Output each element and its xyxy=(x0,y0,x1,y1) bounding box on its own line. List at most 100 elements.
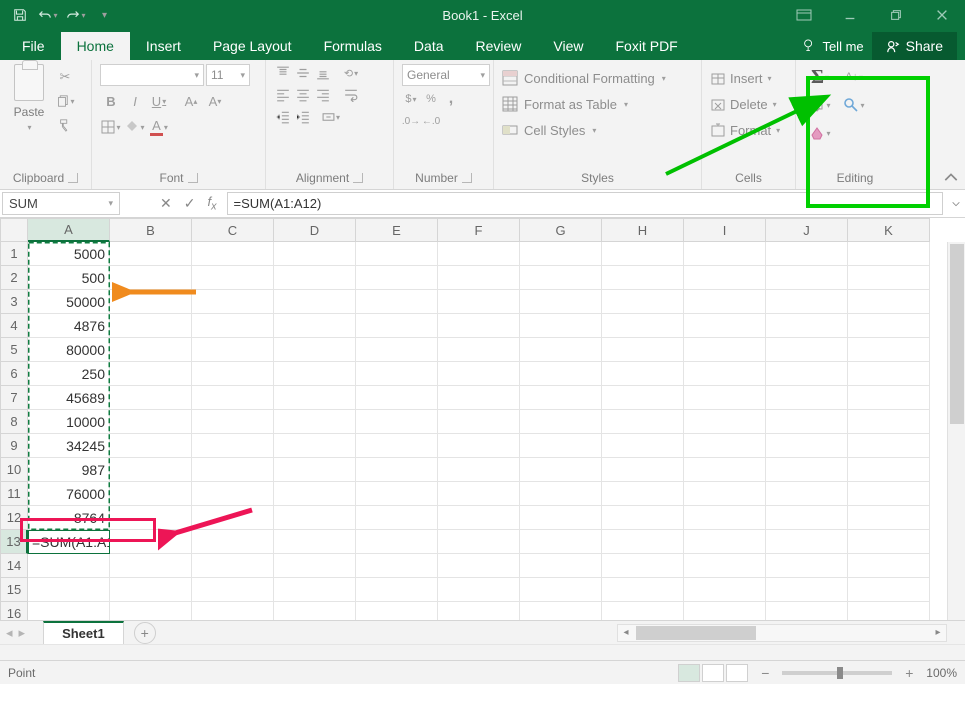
sheet-tab-sheet1[interactable]: Sheet1 xyxy=(43,621,124,644)
increase-font-icon[interactable]: A▴ xyxy=(180,90,202,112)
ribbon-options-icon[interactable] xyxy=(781,0,827,30)
cell-C2[interactable] xyxy=(192,266,274,290)
align-bottom-icon[interactable] xyxy=(314,64,332,82)
minimize-icon[interactable] xyxy=(827,0,873,30)
cell-D13[interactable] xyxy=(274,530,356,554)
cell-I5[interactable] xyxy=(684,338,766,362)
cell-I8[interactable] xyxy=(684,410,766,434)
cell-G7[interactable] xyxy=(520,386,602,410)
cell-B6[interactable] xyxy=(110,362,192,386)
cell-G10[interactable] xyxy=(520,458,602,482)
cell-B12[interactable] xyxy=(110,506,192,530)
row-header-9[interactable]: 9 xyxy=(0,434,28,458)
cell-G12[interactable] xyxy=(520,506,602,530)
alignment-launcher-icon[interactable] xyxy=(353,173,363,183)
cell-G3[interactable] xyxy=(520,290,602,314)
cell-A10[interactable]: 987 xyxy=(28,458,110,482)
cell-C14[interactable] xyxy=(192,554,274,578)
tell-me[interactable]: Tell me xyxy=(802,39,863,54)
cell-A3[interactable]: 50000 xyxy=(28,290,110,314)
cell-J16[interactable] xyxy=(766,602,848,620)
expand-formula-bar-icon[interactable] xyxy=(947,190,965,217)
undo-icon[interactable]: ▾ xyxy=(36,3,60,27)
horizontal-scroll-thumb[interactable] xyxy=(636,626,756,640)
cell-J2[interactable] xyxy=(766,266,848,290)
tab-file[interactable]: File xyxy=(6,32,61,60)
cell-A5[interactable]: 80000 xyxy=(28,338,110,362)
cell-H13[interactable] xyxy=(602,530,684,554)
decrease-indent-icon[interactable] xyxy=(274,108,292,126)
cell-I14[interactable] xyxy=(684,554,766,578)
cell-J7[interactable] xyxy=(766,386,848,410)
cell-B8[interactable] xyxy=(110,410,192,434)
cell-H1[interactable] xyxy=(602,242,684,266)
vertical-scroll-thumb[interactable] xyxy=(950,244,964,424)
insert-cells-button[interactable]: Insert▾ xyxy=(710,66,787,90)
cell-E9[interactable] xyxy=(356,434,438,458)
cell-C6[interactable] xyxy=(192,362,274,386)
cell-B3[interactable] xyxy=(110,290,192,314)
font-size-combo[interactable]: 11▾ xyxy=(206,64,250,86)
cell-E10[interactable] xyxy=(356,458,438,482)
cell-B16[interactable] xyxy=(110,602,192,620)
align-center-icon[interactable] xyxy=(294,86,312,104)
align-top-icon[interactable] xyxy=(274,64,292,82)
autosum-button[interactable]: Σ▾ xyxy=(804,64,836,90)
conditional-formatting-button[interactable]: Conditional Formatting▾ xyxy=(502,66,693,90)
row-header-15[interactable]: 15 xyxy=(0,578,28,602)
tab-foxit-pdf[interactable]: Foxit PDF xyxy=(600,32,694,60)
cell-A1[interactable]: 5000 xyxy=(28,242,110,266)
cell-K9[interactable] xyxy=(848,434,930,458)
decrease-font-icon[interactable]: A▾ xyxy=(204,90,226,112)
number-format-combo[interactable]: General▾ xyxy=(402,64,490,86)
cell-K13[interactable] xyxy=(848,530,930,554)
name-box[interactable]: SUM ▾ xyxy=(2,192,120,215)
cell-K7[interactable] xyxy=(848,386,930,410)
cell-E15[interactable] xyxy=(356,578,438,602)
borders-icon[interactable]: ▾ xyxy=(100,116,122,138)
cell-F7[interactable] xyxy=(438,386,520,410)
cell-E12[interactable] xyxy=(356,506,438,530)
normal-view-icon[interactable] xyxy=(678,664,700,682)
cell-D3[interactable] xyxy=(274,290,356,314)
row-header-8[interactable]: 8 xyxy=(0,410,28,434)
underline-button[interactable]: U▾ xyxy=(148,90,170,112)
col-header-B[interactable]: B xyxy=(110,218,192,242)
cell-E6[interactable] xyxy=(356,362,438,386)
cell-K15[interactable] xyxy=(848,578,930,602)
italic-button[interactable]: I xyxy=(124,90,146,112)
zoom-slider[interactable] xyxy=(782,671,892,675)
cell-F13[interactable] xyxy=(438,530,520,554)
cell-A16[interactable] xyxy=(28,602,110,620)
cell-H6[interactable] xyxy=(602,362,684,386)
cell-E11[interactable] xyxy=(356,482,438,506)
cell-K2[interactable] xyxy=(848,266,930,290)
cell-G6[interactable] xyxy=(520,362,602,386)
redo-icon[interactable]: ▾ xyxy=(64,3,88,27)
cell-D4[interactable] xyxy=(274,314,356,338)
row-header-7[interactable]: 7 xyxy=(0,386,28,410)
cell-A8[interactable]: 10000 xyxy=(28,410,110,434)
tab-page-layout[interactable]: Page Layout xyxy=(197,32,308,60)
cell-H11[interactable] xyxy=(602,482,684,506)
cell-G14[interactable] xyxy=(520,554,602,578)
cell-K14[interactable] xyxy=(848,554,930,578)
cell-I3[interactable] xyxy=(684,290,766,314)
cell-K12[interactable] xyxy=(848,506,930,530)
cell-F16[interactable] xyxy=(438,602,520,620)
cell-F5[interactable] xyxy=(438,338,520,362)
cell-G8[interactable] xyxy=(520,410,602,434)
cell-I12[interactable] xyxy=(684,506,766,530)
cell-D11[interactable] xyxy=(274,482,356,506)
cell-G9[interactable] xyxy=(520,434,602,458)
cell-I11[interactable] xyxy=(684,482,766,506)
zoom-out-icon[interactable]: − xyxy=(758,665,772,681)
insert-function-icon[interactable]: fx xyxy=(207,194,216,213)
row-header-1[interactable]: 1 xyxy=(0,242,28,266)
number-launcher-icon[interactable] xyxy=(462,173,472,183)
cell-C10[interactable] xyxy=(192,458,274,482)
cell-D7[interactable] xyxy=(274,386,356,410)
cell-F4[interactable] xyxy=(438,314,520,338)
cell-K1[interactable] xyxy=(848,242,930,266)
row-header-2[interactable]: 2 xyxy=(0,266,28,290)
